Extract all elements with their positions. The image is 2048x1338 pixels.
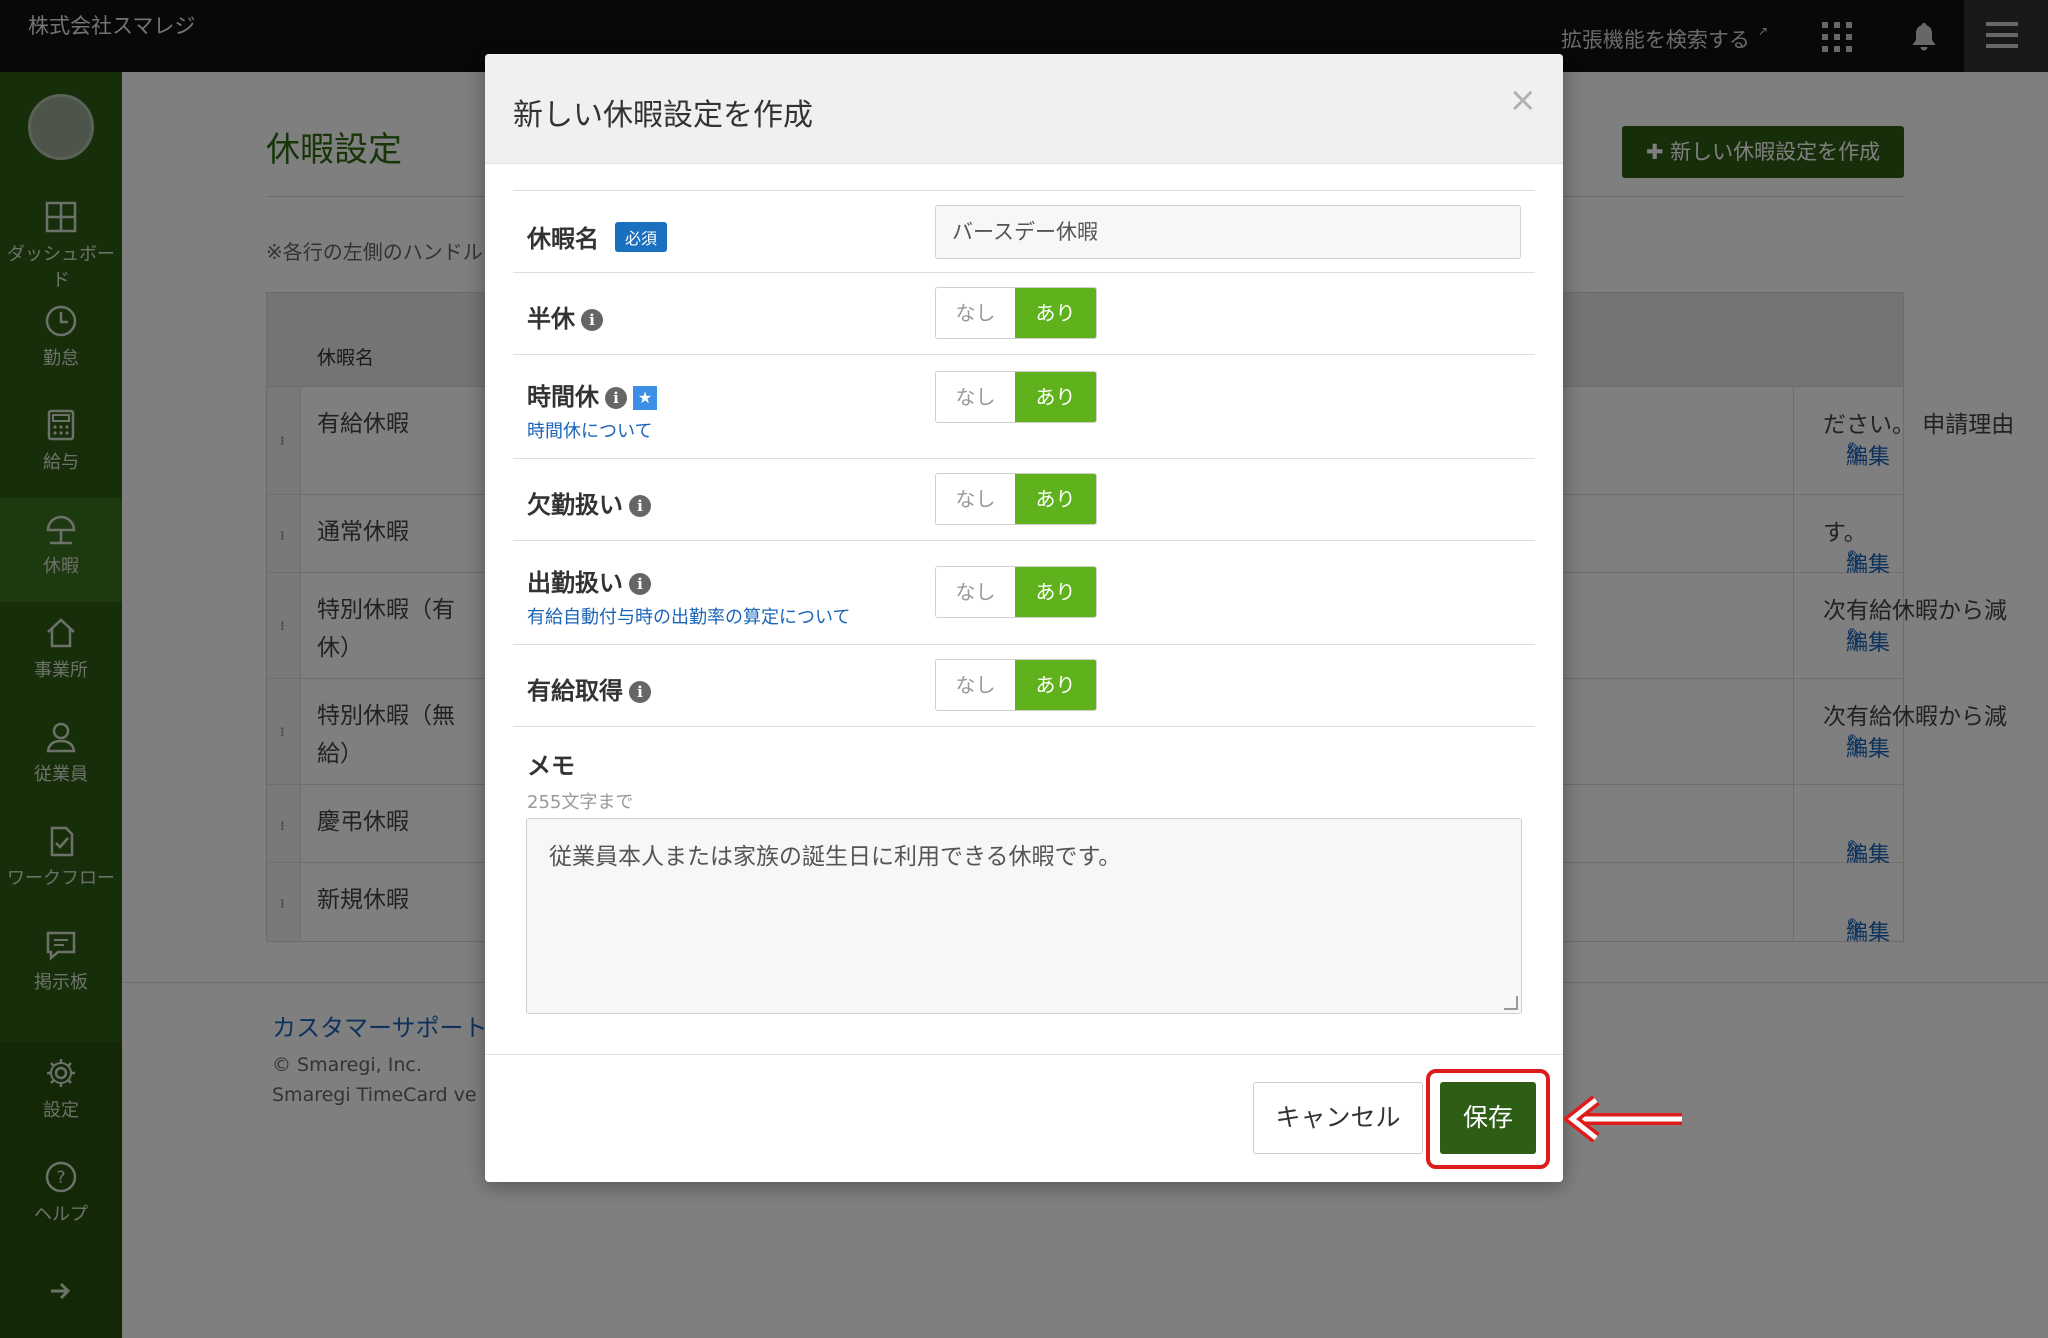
field-row-half-day: 半休 i なし あり (513, 273, 1535, 355)
field-row-absence: 欠勤扱い i なし あり (513, 459, 1535, 541)
attendance-toggle[interactable]: なし あり (935, 566, 1097, 618)
info-icon[interactable]: i (581, 309, 603, 331)
field-label-hourly: 時間休 i ★ (527, 377, 657, 412)
cancel-button[interactable]: キャンセル (1253, 1082, 1423, 1154)
memo-text: 従業員本人または家族の誕生日に利用できる休暇です。 (549, 844, 1122, 870)
toggle-off-option[interactable]: なし (936, 288, 1016, 338)
hourly-help-link[interactable]: 時間休について (527, 417, 652, 443)
close-icon[interactable]: × (1509, 80, 1538, 120)
toggle-off-option[interactable]: なし (936, 567, 1016, 617)
field-label-name: 休暇名 必須 (527, 219, 668, 254)
toggle-off-option[interactable]: なし (936, 372, 1016, 422)
save-highlight-annotation (1426, 1069, 1550, 1169)
memo-label: メモ (527, 752, 575, 780)
info-icon[interactable]: i (605, 387, 627, 409)
info-icon[interactable]: i (629, 573, 651, 595)
star-badge-icon: ★ (633, 386, 657, 410)
toggle-on-option[interactable]: あり (1015, 372, 1096, 422)
toggle-off-option[interactable]: なし (936, 474, 1016, 524)
vacation-name-input[interactable]: バースデー休暇 (935, 205, 1521, 259)
field-row-hourly: 時間休 i ★ 時間休について なし あり (513, 355, 1535, 459)
resize-grip-icon[interactable] (1504, 996, 1518, 1010)
field-label-paid-leave: 有給取得 i (527, 671, 651, 706)
attendance-rate-link[interactable]: 有給自動付与時の出勤率の算定について (527, 603, 850, 629)
hourly-toggle[interactable]: なし あり (935, 371, 1097, 423)
toggle-on-option[interactable]: あり (1015, 660, 1096, 710)
modal-header: 新しい休暇設定を作成 × (485, 54, 1563, 164)
field-row-name: 休暇名 必須 バースデー休暇 (513, 191, 1535, 273)
field-row-paid-leave: 有給取得 i なし あり (513, 645, 1535, 727)
required-badge: 必須 (615, 222, 668, 252)
memo-hint: 255文字まで (527, 792, 634, 813)
memo-textarea[interactable]: 従業員本人または家族の誕生日に利用できる休暇です。 (526, 818, 1522, 1014)
toggle-off-option[interactable]: なし (936, 660, 1016, 710)
modal-title: 新しい休暇設定を作成 (513, 98, 813, 133)
info-icon[interactable]: i (629, 681, 651, 703)
toggle-on-option[interactable]: あり (1015, 288, 1096, 338)
field-row-attendance: 出勤扱い i 有給自動付与時の出勤率の算定について なし あり (513, 541, 1535, 645)
field-label-absence: 欠勤扱い i (527, 485, 651, 520)
create-vacation-modal: 新しい休暇設定を作成 × 休暇名 必須 バースデー休暇 半休 i なし あり 時間休… (485, 54, 1563, 1182)
info-icon[interactable]: i (629, 495, 651, 517)
absence-toggle[interactable]: なし あり (935, 473, 1097, 525)
paid-leave-toggle[interactable]: なし あり (935, 659, 1097, 711)
divider (485, 1054, 1563, 1055)
half-day-toggle[interactable]: なし あり (935, 287, 1097, 339)
field-label-half-day: 半休 i (527, 299, 603, 334)
field-label-attendance: 出勤扱い i (527, 563, 651, 598)
toggle-on-option[interactable]: あり (1015, 474, 1096, 524)
toggle-on-option[interactable]: あり (1015, 567, 1096, 617)
left-arrow-annotation-icon (1564, 1095, 1682, 1143)
